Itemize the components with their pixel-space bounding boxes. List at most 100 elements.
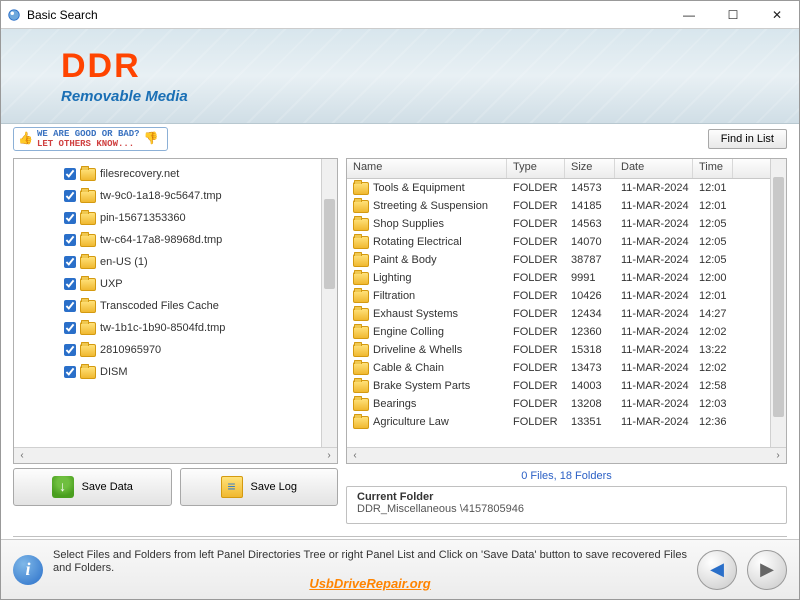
table-row[interactable]: BearingsFOLDER1320811-MAR-202412:03 [347, 395, 770, 413]
site-link[interactable]: UsbDriveRepair.org [53, 577, 687, 590]
table-row[interactable]: Rotating ElectricalFOLDER1407011-MAR-202… [347, 233, 770, 251]
cell-date: 11-MAR-2024 [615, 416, 693, 428]
folder-icon [80, 190, 96, 203]
cell-time: 12:01 [693, 200, 733, 212]
cell-name: Agriculture Law [373, 416, 449, 428]
cell-name: Cable & Chain [373, 362, 444, 374]
table-row[interactable]: Driveline & WhellsFOLDER1531811-MAR-2024… [347, 341, 770, 359]
cell-name: Tools & Equipment [373, 182, 465, 194]
tree-checkbox[interactable] [64, 234, 76, 246]
cell-date: 11-MAR-2024 [615, 200, 693, 212]
cell-time: 12:02 [693, 326, 733, 338]
save-data-button[interactable]: Save Data [13, 468, 172, 506]
table-row[interactable]: Tools & EquipmentFOLDER1457311-MAR-20241… [347, 179, 770, 197]
tree-item[interactable]: UXP [64, 273, 321, 295]
tree-checkbox[interactable] [64, 212, 76, 224]
grid-body[interactable]: Tools & EquipmentFOLDER1457311-MAR-20241… [347, 179, 770, 431]
tree-checkbox[interactable] [64, 344, 76, 356]
folder-icon [353, 398, 369, 411]
tree-item[interactable]: Transcoded Files Cache [64, 295, 321, 317]
col-name[interactable]: Name [347, 159, 507, 178]
thumbs-up-icon: 👍 [18, 134, 33, 144]
cell-size: 14003 [565, 380, 615, 392]
table-row[interactable]: Exhaust SystemsFOLDER1243411-MAR-202414:… [347, 305, 770, 323]
cell-size: 12434 [565, 308, 615, 320]
save-data-label: Save Data [82, 481, 133, 493]
grid-header[interactable]: Name Type Size Date Time [347, 159, 770, 179]
list-hscroll[interactable]: ‹› [347, 447, 786, 463]
cell-time: 12:36 [693, 416, 733, 428]
tree-checkbox[interactable] [64, 300, 76, 312]
tree-checkbox[interactable] [64, 322, 76, 334]
tree-item[interactable]: 2810965970 [64, 339, 321, 361]
save-log-button[interactable]: Save Log [180, 468, 339, 506]
info-icon: i [13, 555, 43, 585]
prev-button[interactable]: ◀ [697, 550, 737, 590]
directory-tree[interactable]: filesrecovery.nettw-9c0-1a18-9c5647.tmpp… [14, 159, 321, 447]
cell-size: 13351 [565, 416, 615, 428]
minimize-button[interactable]: — [667, 1, 711, 28]
tree-checkbox[interactable] [64, 278, 76, 290]
tree-pane: filesrecovery.nettw-9c0-1a18-9c5647.tmpp… [13, 158, 338, 464]
tree-item[interactable]: tw-c64-17a8-98968d.tmp [64, 229, 321, 251]
table-row[interactable]: Cable & ChainFOLDER1347311-MAR-202412:02 [347, 359, 770, 377]
cell-size: 14573 [565, 182, 615, 194]
save-log-label: Save Log [251, 481, 297, 493]
cell-time: 14:27 [693, 308, 733, 320]
table-row[interactable]: LightingFOLDER999111-MAR-202412:00 [347, 269, 770, 287]
table-row[interactable]: Shop SuppliesFOLDER1456311-MAR-202412:05 [347, 215, 770, 233]
cell-date: 11-MAR-2024 [615, 182, 693, 194]
col-type[interactable]: Type [507, 159, 565, 178]
cell-type: FOLDER [507, 182, 565, 194]
tree-item[interactable]: tw-9c0-1a18-9c5647.tmp [64, 185, 321, 207]
next-button[interactable]: ▶ [747, 550, 787, 590]
tree-item[interactable]: DISM [64, 361, 321, 383]
cell-size: 14563 [565, 218, 615, 230]
tree-label: tw-c64-17a8-98968d.tmp [100, 234, 222, 246]
tree-item[interactable]: filesrecovery.net [64, 163, 321, 185]
app-icon [7, 8, 21, 22]
col-date[interactable]: Date [615, 159, 693, 178]
feedback-link[interactable]: 👍 WE ARE GOOD OR BAD? LET OTHERS KNOW...… [13, 127, 168, 151]
cell-name: Brake System Parts [373, 380, 470, 392]
table-row[interactable]: FiltrationFOLDER1042611-MAR-202412:01 [347, 287, 770, 305]
folder-icon [353, 290, 369, 303]
list-scrollbar[interactable] [770, 159, 786, 447]
folder-icon [353, 308, 369, 321]
tree-scrollbar[interactable] [321, 159, 337, 447]
table-row[interactable]: Brake System PartsFOLDER1400311-MAR-2024… [347, 377, 770, 395]
folder-icon [80, 322, 96, 335]
cell-time: 12:05 [693, 236, 733, 248]
cell-date: 11-MAR-2024 [615, 236, 693, 248]
cell-type: FOLDER [507, 416, 565, 428]
cell-size: 15318 [565, 344, 615, 356]
tree-checkbox[interactable] [64, 168, 76, 180]
maximize-button[interactable]: ☐ [711, 1, 755, 28]
folder-icon [80, 344, 96, 357]
table-row[interactable]: Streeting & SuspensionFOLDER1418511-MAR-… [347, 197, 770, 215]
tree-item[interactable]: tw-1b1c-1b90-8504fd.tmp [64, 317, 321, 339]
tree-checkbox[interactable] [64, 366, 76, 378]
feedback-line1: WE ARE GOOD OR BAD? [37, 129, 140, 139]
cell-size: 38787 [565, 254, 615, 266]
table-row[interactable]: Agriculture Law FOLDER1335111-MAR-202412:… [347, 413, 770, 431]
tree-checkbox[interactable] [64, 190, 76, 202]
cell-date: 11-MAR-2024 [615, 362, 693, 374]
close-button[interactable]: ✕ [755, 1, 799, 28]
tree-hscroll[interactable]: ‹› [14, 447, 337, 463]
tree-item[interactable]: pin-15671353360 [64, 207, 321, 229]
cell-type: FOLDER [507, 272, 565, 284]
col-time[interactable]: Time [693, 159, 733, 178]
table-row[interactable]: Engine CollingFOLDER1236011-MAR-202412:0… [347, 323, 770, 341]
col-size[interactable]: Size [565, 159, 615, 178]
cell-type: FOLDER [507, 254, 565, 266]
table-row[interactable]: Paint & BodyFOLDER3878711-MAR-202412:05 [347, 251, 770, 269]
cell-date: 11-MAR-2024 [615, 326, 693, 338]
tree-item[interactable]: en-US (1) [64, 251, 321, 273]
cell-type: FOLDER [507, 398, 565, 410]
cell-name: Driveline & Whells [373, 344, 462, 356]
tree-checkbox[interactable] [64, 256, 76, 268]
cell-date: 11-MAR-2024 [615, 344, 693, 356]
find-in-list-button[interactable]: Find in List [708, 129, 787, 149]
tree-label: tw-1b1c-1b90-8504fd.tmp [100, 322, 225, 334]
